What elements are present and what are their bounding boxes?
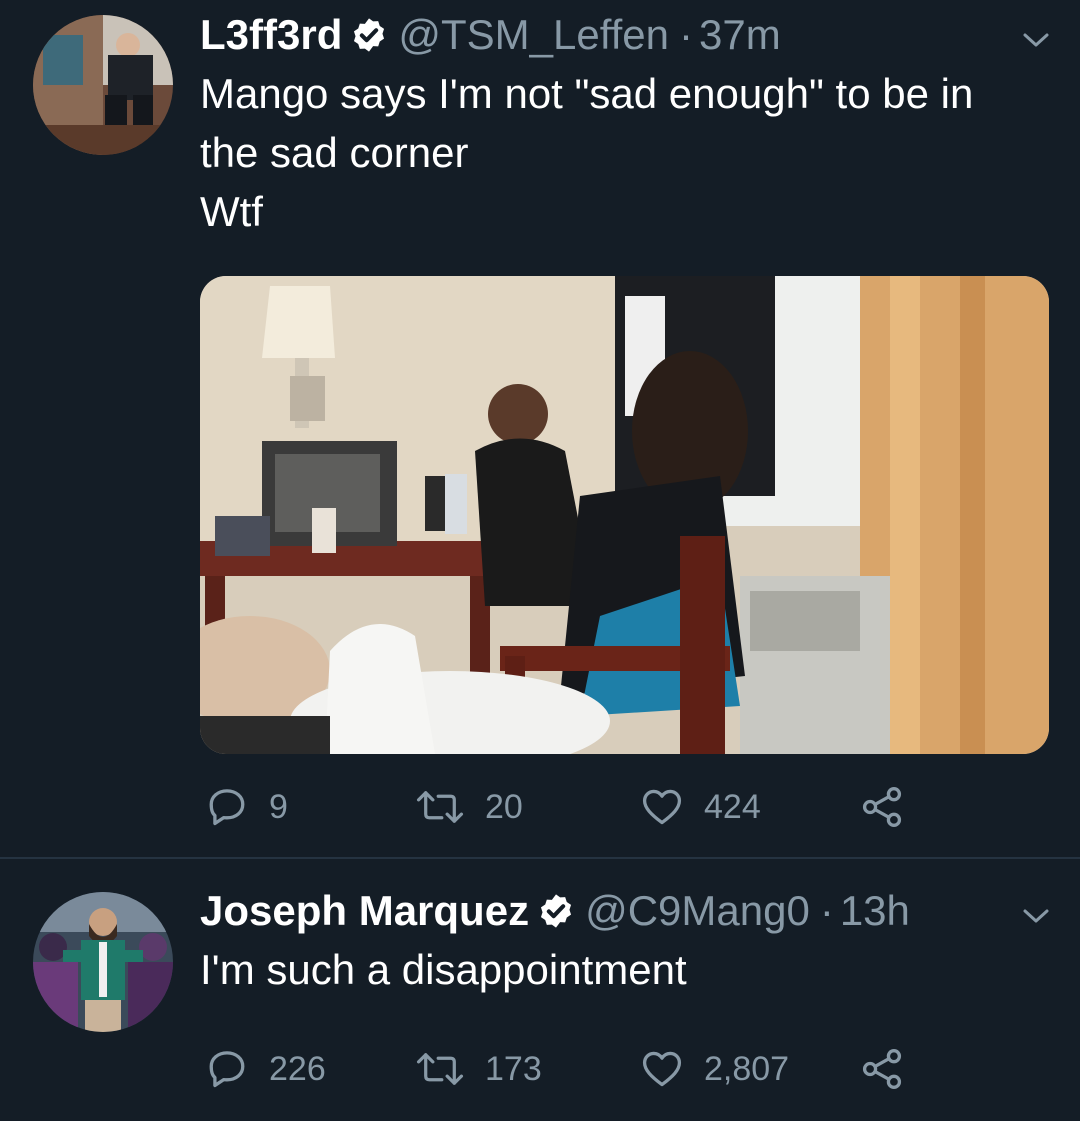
user-handle[interactable]: @TSM_Leffen: [398, 5, 669, 65]
display-name[interactable]: Joseph Marquez: [200, 881, 529, 941]
retweet-icon: [416, 1053, 464, 1085]
retweet-icon: [416, 791, 464, 823]
tweet-header: Joseph Marquez @C9Mang0 · 13h: [200, 881, 910, 941]
like-count: 2,807: [704, 1049, 790, 1088]
like-button[interactable]: 2,807: [640, 1044, 789, 1094]
like-button[interactable]: 424: [640, 782, 761, 832]
retweet-button[interactable]: 20: [415, 782, 523, 832]
chevron-down-icon[interactable]: [1022, 30, 1050, 50]
reply-icon: [209, 1051, 245, 1088]
share-icon: [862, 1049, 902, 1089]
avatar[interactable]: [33, 892, 173, 1032]
reply-count: 226: [269, 1049, 326, 1088]
heart-icon: [642, 1051, 682, 1087]
reply-button[interactable]: 9: [205, 782, 288, 832]
tweet-text: I'm such a disappointment: [200, 946, 687, 993]
verified-badge-icon: [354, 18, 385, 52]
retweet-count: 20: [485, 787, 523, 826]
user-handle[interactable]: @C9Mang0: [585, 881, 810, 941]
reply-icon: [209, 789, 245, 826]
photo-image: [200, 276, 1049, 754]
tweet-divider: [0, 857, 1080, 859]
chevron-down-icon[interactable]: [1022, 906, 1050, 926]
heart-icon: [642, 789, 682, 825]
retweet-button[interactable]: 173: [415, 1044, 542, 1094]
timeline: L3ff3rd @TSM_Leffen · 37m Mango says I'm…: [0, 0, 1080, 1121]
tweet[interactable]: L3ff3rd @TSM_Leffen · 37m Mango says I'm…: [0, 0, 1080, 858]
tweet-header: L3ff3rd @TSM_Leffen · 37m: [200, 5, 781, 65]
display-name[interactable]: L3ff3rd: [200, 5, 342, 65]
avatar[interactable]: [33, 15, 173, 155]
share-icon: [862, 787, 902, 827]
timestamp[interactable]: 37m: [699, 5, 781, 65]
separator: ·: [679, 11, 694, 58]
tweet-actions: 226 173 2,807: [200, 1044, 960, 1094]
share-button[interactable]: [860, 782, 904, 832]
tweet-text: Mango says I'm not "sad enough" to be in…: [200, 70, 974, 235]
like-count: 424: [704, 787, 761, 826]
avatar-image: [33, 892, 173, 1032]
retweet-count: 173: [485, 1049, 542, 1088]
tweet[interactable]: Joseph Marquez @C9Mang0 · 13h I'm such a…: [0, 860, 1080, 1121]
tweet-photo[interactable]: [200, 276, 1049, 754]
tweet-actions: 9 20 424: [200, 782, 960, 832]
reply-button[interactable]: 226: [205, 1044, 326, 1094]
separator: ·: [819, 887, 834, 934]
avatar-image: [33, 15, 173, 155]
share-button[interactable]: [860, 1044, 904, 1094]
reply-count: 9: [269, 787, 288, 826]
timestamp[interactable]: 13h: [840, 881, 910, 941]
verified-badge-icon: [541, 894, 572, 928]
